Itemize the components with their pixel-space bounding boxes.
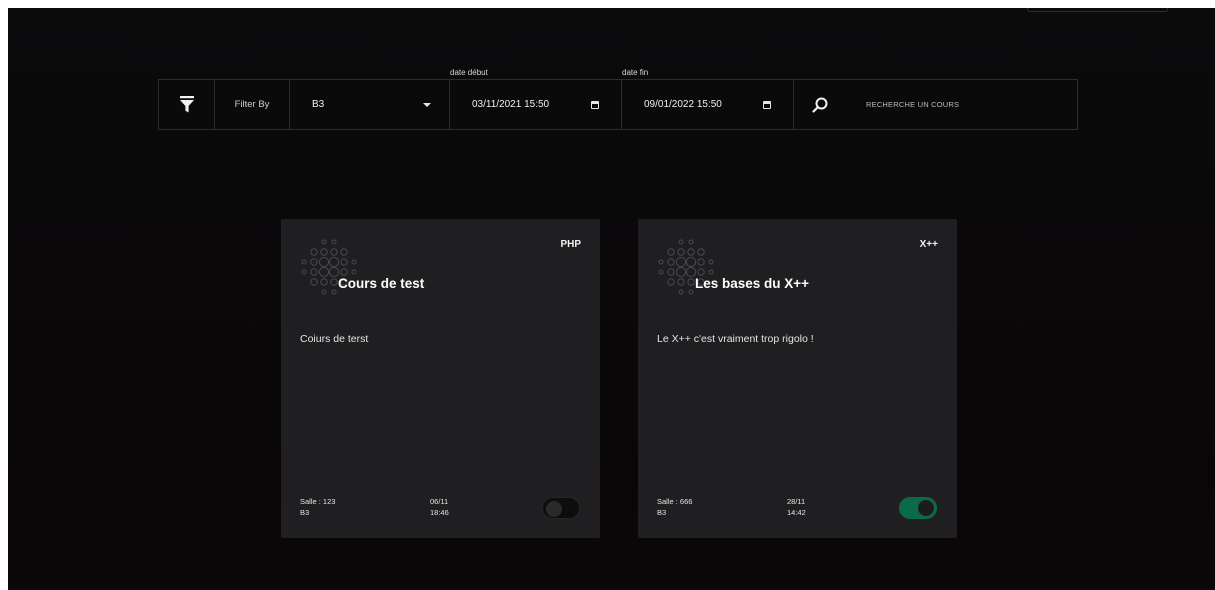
pattern-dot [688,289,694,295]
date-end-label: date fin [622,68,649,77]
pattern-dot [687,248,695,256]
header-user-box[interactable] [1027,8,1168,12]
course-location: Salle : 666 B3 [657,496,692,518]
pattern-dot [340,268,348,276]
date-start-label: date début [450,68,488,77]
pattern-dot [330,278,338,286]
course-datetime: 06/11 18:46 [430,496,449,518]
course-datetime: 28/11 14:42 [787,496,806,518]
pattern-dot [658,259,664,265]
filter-button[interactable] [159,80,215,129]
toggle-knob [546,501,562,517]
course-location: Salle : 123 B3 [300,496,335,518]
pattern-dot [301,259,307,265]
app-root: date début date fin Filter By B3 03/11/2… [8,8,1215,590]
course-date: 28/11 [787,497,806,506]
pattern-dot [697,268,705,276]
pattern-dot [688,239,694,245]
dot-pattern-icon [301,239,357,295]
course-card[interactable]: PHP Cours de test Coiurs de terst Salle … [281,219,600,538]
search-input[interactable]: RECHERCHE UN COURS [794,80,1077,129]
pattern-dot [708,259,714,265]
calendar-icon[interactable] [763,101,771,109]
calendar-icon[interactable] [591,101,599,109]
pattern-dot [321,239,327,245]
dot-pattern-icon [658,239,714,295]
pattern-dot [667,248,675,256]
course-tag: PHP [560,239,581,250]
pattern-dot [678,239,684,245]
course-active-toggle[interactable] [899,497,937,519]
date-end-input[interactable]: 09/01/2022 15:50 [622,80,794,129]
pattern-dot [667,268,675,276]
course-group: B3 [300,508,310,517]
pattern-dot [320,278,328,286]
pattern-dot [685,256,697,268]
pattern-dot [697,248,705,256]
pattern-dot [318,256,330,268]
pattern-dot [331,289,337,295]
date-end-value: 09/01/2022 15:50 [644,99,722,110]
filter-by-label: Filter By [215,80,290,129]
course-title: Les bases du X++ [695,276,810,291]
filter-bar: Filter By B3 03/11/2021 15:50 09/01/2022… [158,79,1078,130]
pattern-dot [667,278,675,286]
course-tag: X++ [919,239,938,250]
pattern-dot [351,259,357,265]
search-placeholder: RECHERCHE UN COURS [866,100,960,109]
pattern-dot [310,278,318,286]
pattern-dot [328,256,340,268]
course-card[interactable]: X++ Les bases du X++ Le X++ c'est vraime… [638,219,957,538]
pattern-dot [697,258,705,266]
pattern-dot [321,289,327,295]
course-description: Le X++ c'est vraiment trop rigolo ! [657,333,814,345]
date-start-input[interactable]: 03/11/2021 15:50 [450,80,622,129]
pattern-dot [675,256,687,268]
date-start-value: 03/11/2021 15:50 [472,99,550,110]
toggle-knob [918,500,934,516]
pattern-dot [677,248,685,256]
pattern-dot [331,239,337,245]
caret-down-icon [423,103,431,107]
pattern-dot [351,269,357,275]
group-select[interactable]: B3 [290,80,450,129]
course-date: 06/11 [430,497,449,506]
pattern-dot [320,248,328,256]
pattern-dot [310,248,318,256]
course-time: 18:46 [430,508,449,517]
pattern-dot [318,266,330,278]
pattern-dot [678,289,684,295]
group-select-value: B3 [312,99,325,110]
course-description: Coiurs de terst [300,333,369,345]
pattern-dot [301,269,307,275]
course-room: Salle : 123 [300,497,336,506]
pattern-dot [310,268,318,276]
course-time: 14:42 [787,508,806,517]
pattern-dot [675,266,687,278]
pattern-dot [667,258,675,266]
pattern-dot [340,258,348,266]
pattern-dot [340,248,348,256]
magnifier-icon [812,97,828,113]
pattern-dot [658,269,664,275]
pattern-dot [687,278,695,286]
pattern-dot [708,269,714,275]
course-group: B3 [657,508,667,517]
course-title: Cours de test [338,276,425,291]
pattern-dot [330,248,338,256]
course-room: Salle : 666 [657,497,693,506]
course-active-toggle[interactable] [542,497,580,519]
filter-funnel-icon [179,96,194,113]
pattern-dot [310,258,318,266]
pattern-dot [677,278,685,286]
